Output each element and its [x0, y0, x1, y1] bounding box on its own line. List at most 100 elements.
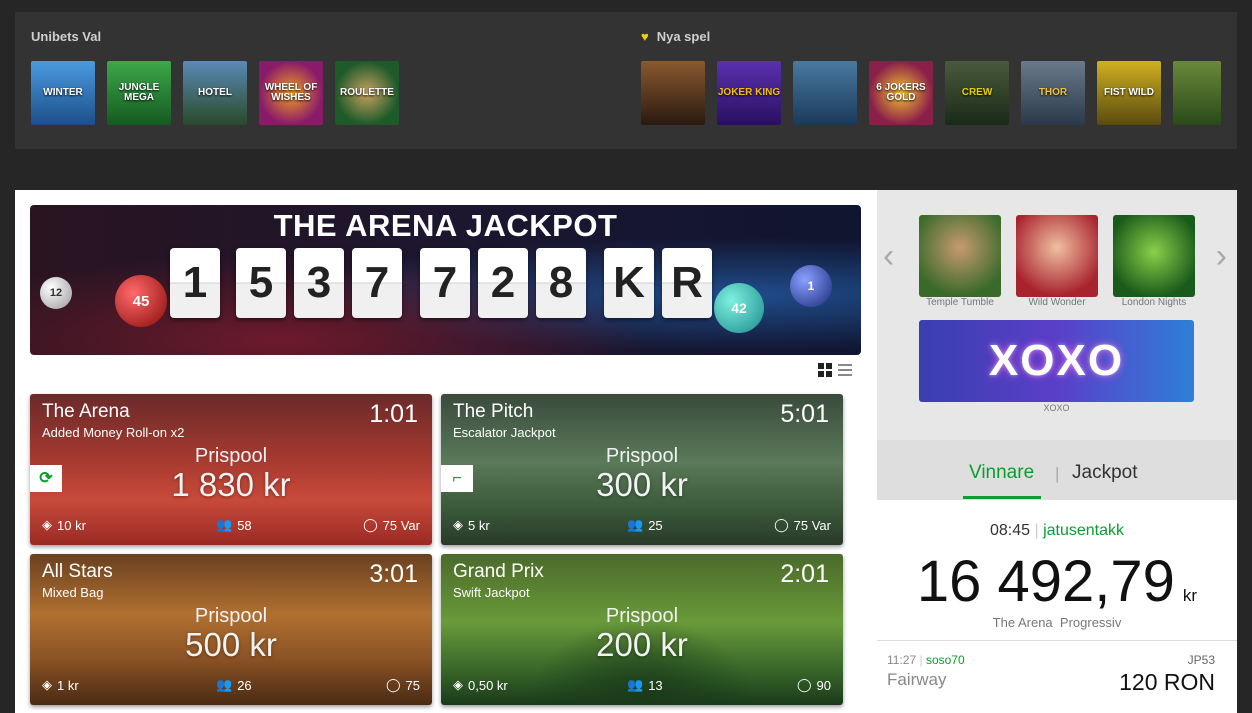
room-subtitle: Added Money Roll-on x2: [42, 425, 185, 440]
side-panel: ‹ › Temple Tumble Wild Wonder London Nig…: [877, 190, 1237, 713]
ball-icon: ◯: [385, 677, 401, 692]
bingo-room-card[interactable]: The Pitch Escalator Jackpot 5:01 Prispoo…: [441, 394, 843, 545]
jackpot-digit: 3: [294, 248, 344, 318]
ball-icon: ◯: [363, 517, 378, 532]
players-icon: 👥: [216, 677, 233, 692]
prize-label: Prispool: [605, 605, 679, 627]
game-thumb[interactable]: Crew: [945, 61, 1009, 125]
active-tab-indicator: [963, 496, 1041, 499]
players-icon: 👥: [216, 517, 233, 532]
chevron-left-icon[interactable]: ‹: [883, 237, 894, 276]
prize-label: Prispool: [605, 445, 679, 467]
game-strip: Unibets Val ♥ Nya spel Winter Jungle Mega…: [15, 12, 1237, 149]
featured-game-banner[interactable]: XOXO: [919, 320, 1194, 402]
slot-game-thumb[interactable]: [1016, 215, 1098, 297]
game-thumb[interactable]: Roulette: [335, 61, 399, 125]
ticket-icon: ◈: [42, 677, 52, 692]
heart-icon: ♥: [641, 29, 649, 44]
ticket-cost: ◈ 10 kr: [42, 517, 86, 533]
player-count: 👥 26: [216, 677, 252, 693]
slot-game-label: Wild Wonder: [1028, 297, 1086, 308]
recent-game: Fairway: [887, 670, 947, 689]
game-thumb[interactable]: Fist Wild: [1097, 61, 1161, 125]
game-thumb[interactable]: [1173, 61, 1221, 125]
winner-meta: 08:45 | jatusentakk: [989, 522, 1125, 539]
jackpot-digit: 7: [420, 248, 470, 318]
bingo-room-card[interactable]: The Arena Added Money Roll-on x2 1:01 Pr…: [30, 394, 432, 545]
view-toggle: [818, 363, 852, 377]
room-countdown: 1:01: [369, 400, 418, 428]
slot-game-thumb[interactable]: [919, 215, 1001, 297]
jackpot-digit: 7: [352, 248, 402, 318]
winners-tabs: Vinnare | Jackpot: [877, 440, 1237, 500]
unibet-picks-title: Unibets Val: [31, 29, 102, 44]
prize-value: 300 kr: [596, 466, 688, 503]
room-subtitle: Mixed Bag: [42, 585, 104, 600]
bingo-room-card[interactable]: All Stars Mixed Bag 3:01 Prispool 500 kr…: [30, 554, 432, 705]
featured-game-label: XOXO: [1043, 403, 1070, 413]
player-count: 👥 25: [627, 517, 663, 533]
bingo-room-card[interactable]: Grand Prix Swift Jackpot 2:01 Prispool 2…: [441, 554, 843, 705]
player-count: 👥 13: [627, 677, 663, 693]
jackpot-digit: 8: [536, 248, 586, 318]
ticket-icon: ◈: [42, 517, 52, 532]
prize-label: Prispool: [194, 605, 268, 627]
room-subtitle: Escalator Jackpot: [453, 425, 556, 440]
jackpot-title: THE ARENA JACKPOT: [273, 208, 618, 243]
slot-game-thumb[interactable]: [1113, 215, 1195, 297]
game-thumb[interactable]: Thor: [1021, 61, 1085, 125]
chevron-right-icon[interactable]: ›: [1216, 237, 1227, 276]
game-variant: ◯ 75 Var: [363, 517, 420, 533]
ticket-cost: ◈ 1 kr: [42, 677, 79, 693]
tab-divider: |: [1055, 464, 1060, 483]
jackpot-digit: R: [662, 248, 712, 318]
players-icon: 👥: [627, 677, 644, 692]
ticket-cost: ◈ 0,50 kr: [453, 677, 508, 693]
main-panel: THE ARENA JACKPOT 12 45 42 1 1 5 3 7 7 2…: [15, 190, 877, 713]
game-variant: ◯ 75: [385, 677, 420, 693]
recent-winner-meta: 11:27 | soso70: [887, 653, 965, 667]
winner-username: jatusentakk: [1043, 522, 1125, 539]
ball-icon: ◯: [796, 677, 812, 692]
room-title: All Stars: [42, 561, 113, 582]
tab-winners[interactable]: Vinnare: [969, 462, 1034, 484]
list-view-icon[interactable]: [838, 363, 852, 377]
players-icon: 👥: [627, 517, 644, 532]
divider: [877, 640, 1237, 641]
room-title: The Pitch: [453, 401, 534, 422]
game-thumb[interactable]: Hotel: [183, 61, 247, 125]
grid-view-icon[interactable]: [818, 363, 832, 377]
refresh-icon: ⟳: [30, 465, 62, 492]
game-thumb[interactable]: 6 Jokers Gold: [869, 61, 933, 125]
slot-game-label: London Nights: [1121, 297, 1187, 308]
game-thumb[interactable]: [793, 61, 857, 125]
ticket-cost: ◈ 5 kr: [453, 517, 490, 533]
room-title: Grand Prix: [453, 561, 544, 582]
room-countdown: 5:01: [780, 400, 829, 428]
jackpot-digit: K: [604, 248, 654, 318]
game-thumb[interactable]: Jungle Mega: [107, 61, 171, 125]
room-countdown: 2:01: [780, 560, 829, 588]
prize-label: Prispool: [194, 445, 268, 467]
game-variant: ◯ 90: [796, 677, 831, 693]
jackpot-digit: 2: [478, 248, 528, 318]
jackpot-digit: 5: [236, 248, 286, 318]
game-thumb[interactable]: Winter: [31, 61, 95, 125]
recent-jackpot-code: JP53: [1187, 653, 1215, 667]
prize-value: 500 kr: [185, 626, 277, 663]
bingo-ball: 42: [714, 283, 764, 333]
room-title: The Arena: [42, 401, 130, 422]
new-games-title: ♥ Nya spel: [641, 29, 711, 44]
game-thumb[interactable]: [641, 61, 705, 125]
game-thumb[interactable]: Wheel of Wishes: [259, 61, 323, 125]
prize-value: 200 kr: [596, 626, 688, 663]
bingo-ball: 12: [40, 277, 72, 309]
jackpot-digit: 1: [170, 248, 220, 318]
game-thumb[interactable]: Joker King: [717, 61, 781, 125]
player-count: 👥 58: [216, 517, 252, 533]
game-variant: ◯ 75 Var: [774, 517, 831, 533]
winner-amount: 16 492,79 kr: [916, 549, 1198, 614]
jackpot-banner[interactable]: THE ARENA JACKPOT 12 45 42 1 1 5 3 7 7 2…: [30, 205, 861, 355]
tab-jackpot[interactable]: Jackpot: [1072, 462, 1137, 484]
ticket-icon: ◈: [453, 517, 463, 532]
